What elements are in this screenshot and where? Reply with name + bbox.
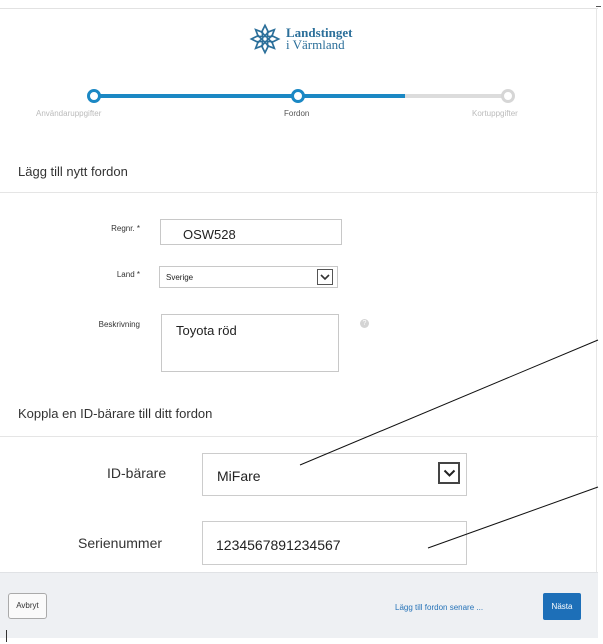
- serienummer-label: Serienummer: [78, 535, 163, 551]
- regnr-input[interactable]: OSW528: [160, 219, 342, 245]
- step-dot-kortuppgifter: [501, 89, 515, 103]
- step-dot-fordon[interactable]: [291, 89, 305, 103]
- land-select[interactable]: Sverige: [159, 266, 338, 288]
- bottom-tick: [6, 630, 7, 642]
- step-label-anvandaruppgifter[interactable]: Användaruppgifter: [36, 109, 101, 118]
- annotation-line-id: [299, 339, 599, 466]
- page: Landstinget i Värmland Användaruppgifter…: [0, 0, 603, 644]
- regnr-label: Regnr. *: [111, 224, 140, 233]
- section-divider: [0, 192, 598, 193]
- serienummer-input[interactable]: 1234567891234567: [202, 521, 467, 565]
- land-label: Land *: [116, 270, 140, 279]
- footer-bar: Avbryt Lägg till fordon senare ... Nästa: [0, 572, 598, 638]
- id-barare-label: ID-bärare: [107, 465, 167, 481]
- beskrivning-label: Beskrivning: [98, 320, 140, 329]
- step-label-kortuppgifter: Kortuppgifter: [472, 109, 518, 118]
- section-divider: [0, 436, 598, 437]
- chevron-down-icon: [320, 273, 330, 280]
- progress-stepper: Användaruppgifter Fordon Kortuppgifter: [0, 85, 598, 125]
- beskrivning-textarea[interactable]: Toyota röd: [161, 314, 339, 372]
- snowflake-flower-icon: [249, 23, 281, 55]
- chevron-down-icon: [443, 469, 455, 477]
- top-border: [0, 8, 598, 9]
- step-label-fordon: Fordon: [284, 109, 310, 118]
- section-title-id-carrier: Koppla en ID-bärare till ditt fordon: [18, 406, 213, 421]
- top-tick: [596, 6, 601, 7]
- logo: Landstinget i Värmland: [248, 22, 352, 56]
- stepper-remaining-line: [405, 94, 507, 98]
- step-dot-anvandaruppgifter[interactable]: [87, 89, 101, 103]
- next-button[interactable]: Nästa: [543, 593, 581, 620]
- logo-text: Landstinget i Värmland: [286, 26, 352, 52]
- section-title-vehicle: Lägg till nytt fordon: [18, 164, 128, 179]
- id-barare-chevron-down-icon[interactable]: [438, 462, 460, 484]
- question-circle-icon[interactable]: ?: [360, 319, 369, 328]
- id-barare-select[interactable]: MiFare: [202, 453, 467, 496]
- add-vehicle-later-link[interactable]: Lägg till fordon senare ...: [395, 603, 483, 612]
- land-chevron-down-icon[interactable]: [317, 269, 333, 285]
- stepper-progress-line: [92, 94, 405, 98]
- logo-line2: i Värmland: [286, 37, 345, 52]
- cancel-button[interactable]: Avbryt: [8, 593, 47, 619]
